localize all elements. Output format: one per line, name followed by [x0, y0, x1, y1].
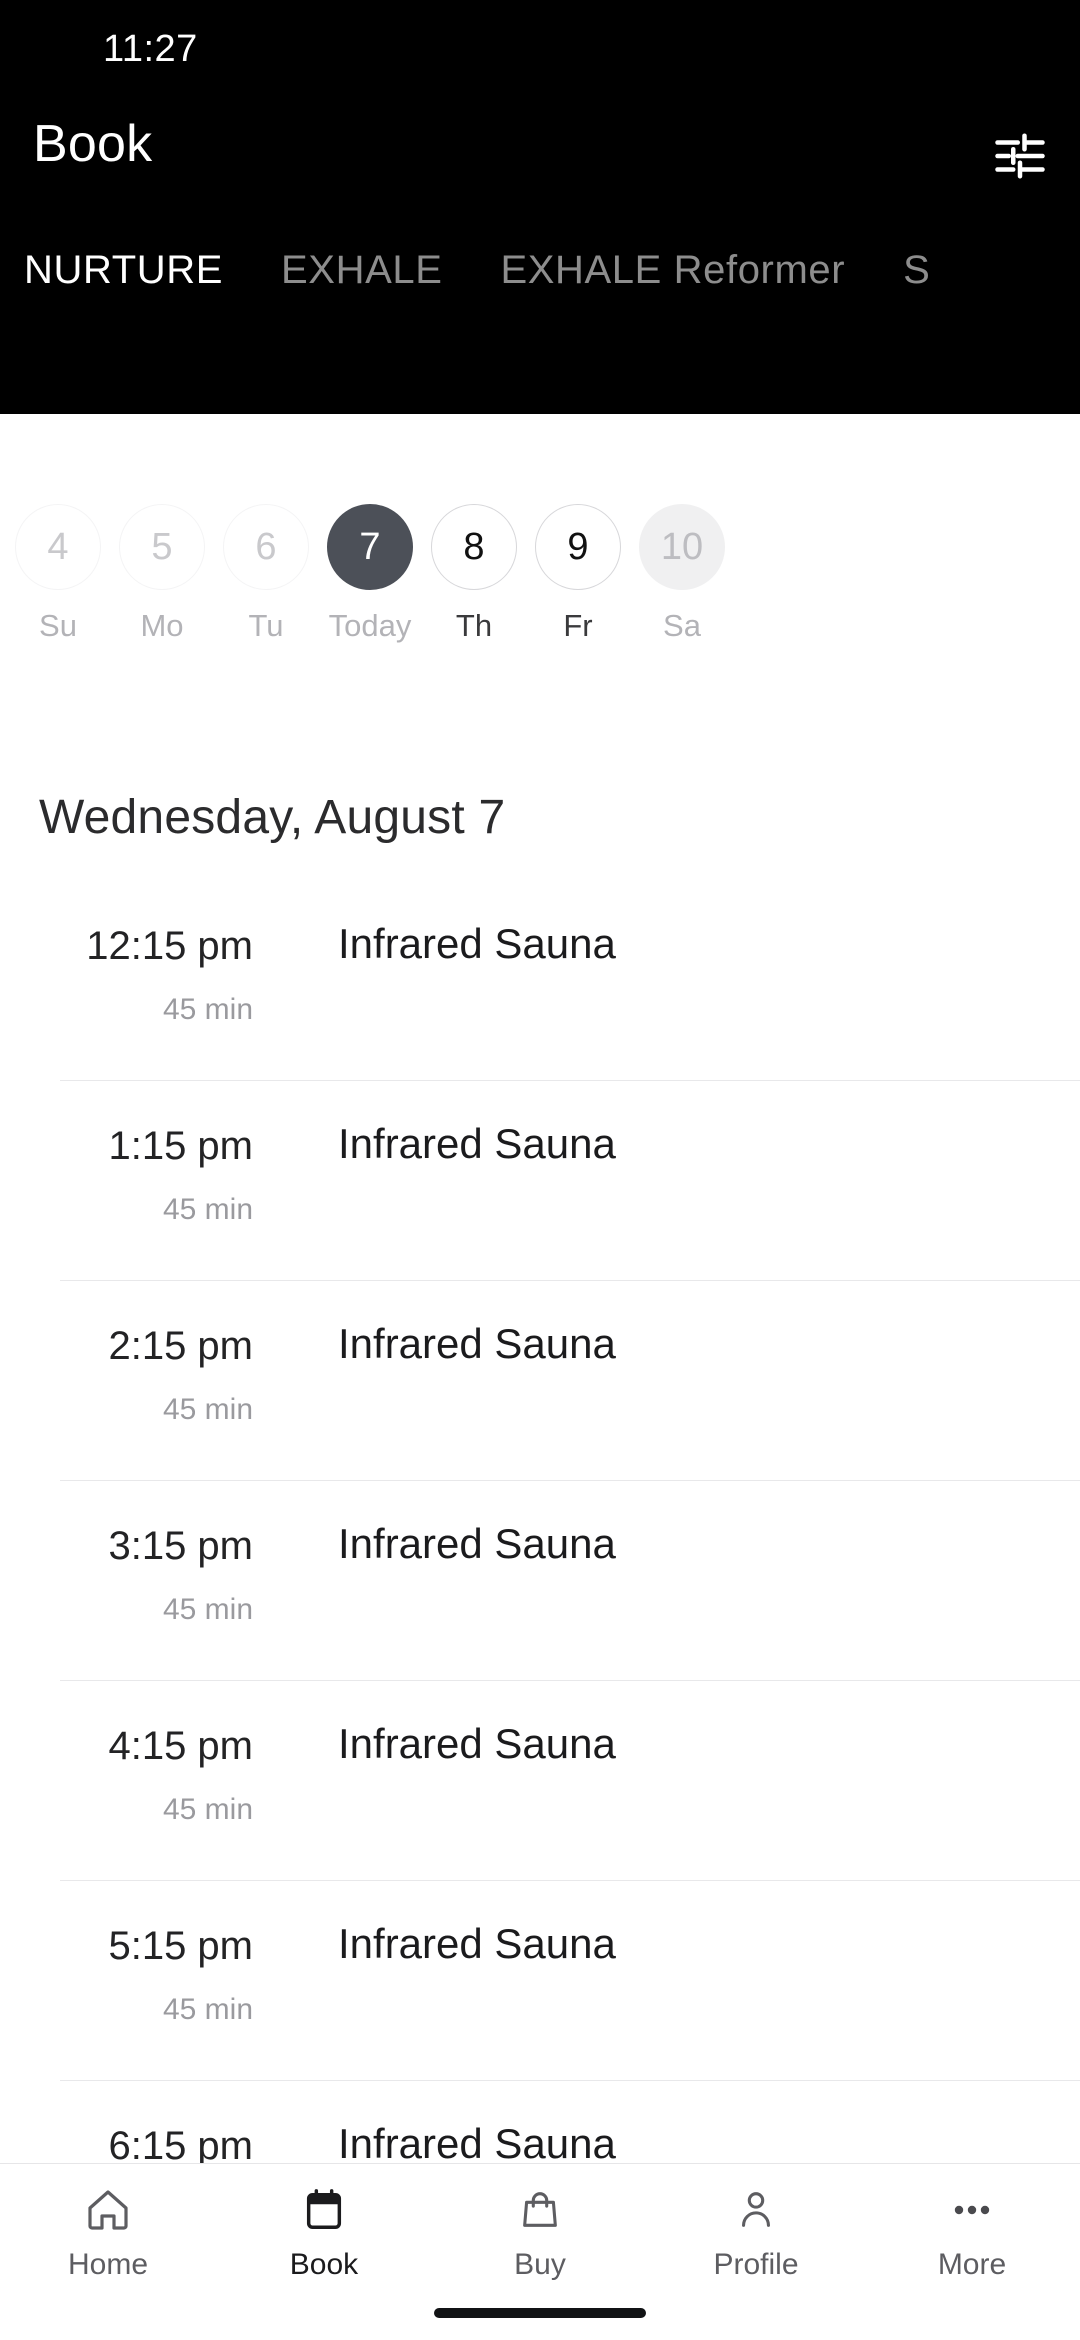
- date-weekday-label: Fr: [563, 608, 593, 643]
- class-row[interactable]: 6:15 pm45 minInfrared Sauna: [0, 2080, 1080, 2165]
- date-number: 6: [223, 504, 309, 590]
- row-divider: [60, 2080, 1080, 2081]
- tune-filter-icon: [993, 129, 1047, 183]
- date-selector[interactable]: 4 Su 5 Mo 6 Tu 7 Today 8 Th 9 Fr 10 Sa: [0, 414, 1080, 654]
- selected-day-heading: Wednesday, August 7: [39, 791, 506, 844]
- date-cell-6[interactable]: 6 Tu: [214, 414, 318, 644]
- row-divider: [60, 1080, 1080, 1081]
- nav-item-label: Buy: [514, 2248, 566, 2281]
- date-number: 4: [15, 504, 101, 590]
- class-row[interactable]: 2:15 pm 45 min Infrared Sauna: [0, 1280, 1080, 1480]
- class-row[interactable]: 4:15 pm 45 min Infrared Sauna: [0, 1680, 1080, 1880]
- tab-nurture[interactable]: NURTURE: [24, 248, 252, 293]
- class-schedule-list[interactable]: 12:15 pm 45 min Infrared Sauna 1:15 pm 45 mi…: [0, 880, 1080, 2165]
- home-indicator: [434, 2308, 646, 2318]
- date-cell-5[interactable]: 5 Mo: [110, 414, 214, 644]
- date-cell-10[interactable]: 10 Sa: [630, 414, 734, 644]
- date-weekday-label: Today: [328, 608, 412, 643]
- class-row[interactable]: 1:15 pm 45 min Infrared Sauna: [0, 1080, 1080, 1280]
- row-divider: [60, 1280, 1080, 1281]
- row-divider: [60, 1480, 1080, 1481]
- tab-s[interactable]: S: [874, 248, 959, 293]
- class-duration: 45 min: [162, 1593, 253, 1626]
- nav-item-home[interactable]: Home: [0, 2164, 216, 2294]
- nav-item-buy[interactable]: Buy: [432, 2164, 648, 2294]
- date-cell-9[interactable]: 9 Fr: [526, 414, 630, 644]
- calendar-icon: [301, 2182, 347, 2238]
- class-name: Infrared Sauna: [338, 1920, 616, 1967]
- nav-item-label: More: [937, 2248, 1007, 2281]
- class-time: 2:15 pm: [108, 1324, 253, 1368]
- class-duration: 45 min: [162, 1993, 253, 2026]
- class-duration: 45 min: [162, 1393, 253, 1426]
- nav-item-label: Home: [67, 2248, 149, 2281]
- filter-button[interactable]: [982, 118, 1058, 194]
- class-time: 6:15 pm: [108, 2124, 253, 2165]
- app-bar: Book: [0, 100, 1080, 210]
- class-name: Infrared Sauna: [338, 1720, 616, 1767]
- row-divider: [60, 1880, 1080, 1881]
- date-weekday-label: Mo: [140, 608, 184, 643]
- class-name: Infrared Sauna: [338, 1120, 616, 1167]
- class-time: 5:15 pm: [108, 1924, 253, 1968]
- nav-item-more[interactable]: More: [864, 2164, 1080, 2294]
- date-number: 9: [535, 504, 621, 590]
- class-name: Infrared Sauna: [338, 1520, 616, 1567]
- nav-item-label: Profile: [713, 2248, 799, 2281]
- tab-exhale-reformer[interactable]: EXHALE Reformer: [471, 248, 874, 293]
- bag-icon: [517, 2182, 563, 2238]
- row-divider: [60, 1680, 1080, 1681]
- date-weekday-label: Su: [39, 608, 77, 643]
- ellipsis-icon: [948, 2182, 996, 2238]
- date-weekday-label: Sa: [663, 608, 701, 643]
- date-cell-7[interactable]: 7 Today: [318, 414, 422, 644]
- status-bar-clock: 11:27: [103, 28, 198, 70]
- class-name: Infrared Sauna: [338, 2120, 616, 2165]
- class-duration: 45 min: [162, 1793, 253, 1826]
- home-icon: [84, 2182, 132, 2238]
- date-cell-8[interactable]: 8 Th: [422, 414, 526, 644]
- category-tab-bar[interactable]: NURTURE EXHALE EXHALE Reformer S: [0, 210, 1080, 330]
- class-time: 3:15 pm: [108, 1524, 253, 1568]
- class-name: Infrared Sauna: [338, 1320, 616, 1367]
- date-number: 8: [431, 504, 517, 590]
- nav-item-label: Book: [289, 2248, 359, 2281]
- date-number: 5: [119, 504, 205, 590]
- class-time: 4:15 pm: [108, 1724, 253, 1768]
- person-icon: [733, 2182, 779, 2238]
- class-row[interactable]: 5:15 pm 45 min Infrared Sauna: [0, 1880, 1080, 2080]
- date-weekday-label: Tu: [248, 608, 284, 643]
- date-number: 7: [327, 504, 413, 590]
- nav-item-profile[interactable]: Profile: [648, 2164, 864, 2294]
- date-weekday-label: Th: [455, 608, 493, 643]
- app-screen: 11:27 Book NURTURE EXHALE EXHALE Reforme…: [0, 0, 1080, 2340]
- app-header: 11:27 Book NURTURE EXHALE EXHALE Reforme…: [0, 0, 1080, 414]
- class-row[interactable]: 12:15 pm 45 min Infrared Sauna: [0, 880, 1080, 1080]
- class-duration: 45 min: [162, 993, 253, 1026]
- tab-exhale[interactable]: EXHALE: [252, 248, 471, 293]
- class-row[interactable]: 3:15 pm 45 min Infrared Sauna: [0, 1480, 1080, 1680]
- date-cell-4[interactable]: 4 Su: [6, 414, 110, 644]
- date-number: 10: [639, 504, 725, 590]
- class-name: Infrared Sauna: [338, 920, 616, 967]
- class-time: 1:15 pm: [108, 1124, 253, 1168]
- class-time: 12:15 pm: [86, 924, 253, 968]
- nav-item-book[interactable]: Book: [216, 2164, 432, 2294]
- page-title: Book: [33, 115, 153, 173]
- class-duration: 45 min: [162, 1193, 253, 1226]
- status-bar: 11:27: [0, 0, 1080, 100]
